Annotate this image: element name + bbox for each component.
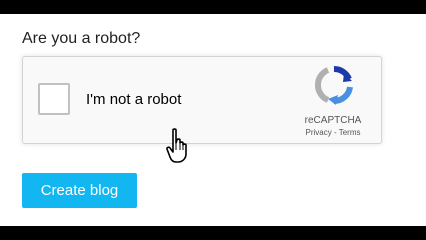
recaptcha-brand-text: reCAPTCHA bbox=[304, 115, 362, 126]
terms-link[interactable]: Terms bbox=[339, 128, 361, 137]
links-separator: - bbox=[331, 128, 339, 137]
recaptcha-logo-icon bbox=[314, 65, 353, 105]
create-blog-button[interactable]: Create blog bbox=[22, 173, 137, 208]
content-panel: Are you a robot? I'm not a robot reCAPTC… bbox=[0, 14, 426, 226]
hand-pointer-cursor-icon bbox=[166, 128, 187, 163]
recaptcha-widget: I'm not a robot reCAPTCHA Privacy - Term… bbox=[22, 56, 382, 144]
recaptcha-links: Privacy - Terms bbox=[293, 128, 373, 137]
privacy-link[interactable]: Privacy bbox=[306, 128, 332, 137]
not-robot-checkbox[interactable] bbox=[38, 83, 70, 115]
not-robot-label: I'm not a robot bbox=[86, 91, 182, 108]
robot-question-heading: Are you a robot? bbox=[22, 30, 141, 47]
